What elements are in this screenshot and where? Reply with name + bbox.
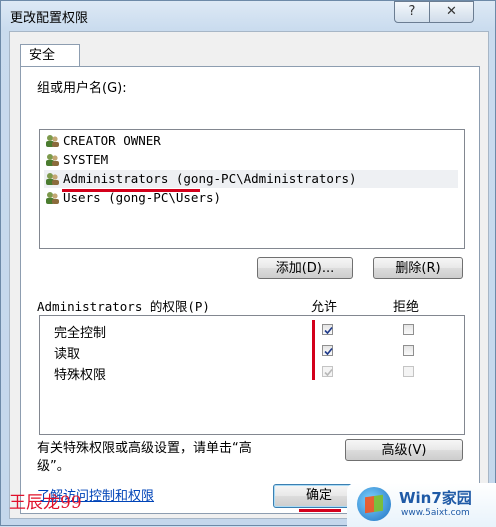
dialog-body: 安全 组或用户名(G): CREATOR OWNER SYSTEM Admini… (9, 31, 489, 519)
permissions-title: Administrators 的权限(P) (37, 299, 210, 314)
deny-header: 拒绝 (393, 300, 420, 315)
annotation-underline (62, 189, 200, 192)
allow-checkbox-disabled (322, 366, 333, 377)
help-icon: ? (408, 4, 416, 19)
allow-header: 允许 (311, 300, 338, 315)
help-button[interactable]: ? (394, 1, 430, 23)
dialog-window: 更改配置权限 ? ✕ 安全 组或用户名(G): CREATOR OWNER SY… (0, 0, 496, 527)
security-tab-page: 组或用户名(G): CREATOR OWNER SYSTEM Administr… (20, 66, 480, 514)
advanced-button[interactable]: 高级(V) (345, 439, 463, 461)
deny-checkbox[interactable] (403, 324, 414, 335)
list-item[interactable]: SYSTEM (44, 151, 108, 169)
windows-logo-icon (357, 487, 391, 521)
tab-security[interactable]: 安全 (20, 44, 80, 66)
permission-name: 完全控制 (54, 326, 107, 341)
permission-name: 读取 (54, 347, 81, 362)
window-title: 更改配置权限 (10, 11, 89, 26)
annotation-ok-underline (299, 509, 341, 512)
logo-url: www.5aixt.com (401, 508, 470, 518)
list-item-label: Administrators (gong-PC\Administrators) (63, 171, 357, 186)
remove-button[interactable]: 删除(R) (373, 257, 463, 279)
logo-title: Win7家园 (399, 489, 472, 507)
close-button[interactable]: ✕ (429, 1, 474, 23)
permission-name: 特殊权限 (54, 368, 107, 383)
annotation-vertical-line (312, 320, 315, 380)
deny-checkbox[interactable] (403, 345, 414, 356)
list-item-selected[interactable]: Administrators (gong-PC\Administrators) (44, 170, 458, 188)
users-list[interactable]: CREATOR OWNER SYSTEM Administrators (gon… (39, 129, 465, 249)
list-item-label: CREATOR OWNER (63, 133, 161, 148)
deny-checkbox-disabled (403, 366, 414, 377)
site-logo: Win7家园 www.5aixt.com (347, 483, 496, 527)
user-group-icon (44, 191, 60, 210)
special-note-line2: 级”。 (37, 459, 70, 474)
special-note-line1: 有关特殊权限或高级设置，请单击“高 (37, 441, 252, 456)
watermark-text: 王辰龙99 (9, 493, 82, 513)
list-item[interactable]: CREATOR OWNER (44, 132, 161, 150)
close-icon: ✕ (446, 4, 457, 19)
allow-checkbox[interactable] (322, 345, 333, 356)
list-item-label: Users (gong-PC\Users) (63, 190, 222, 205)
allow-checkbox[interactable] (322, 324, 333, 335)
add-button[interactable]: 添加(D)... (257, 257, 353, 279)
groups-label: 组或用户名(G): (37, 81, 127, 96)
list-item-label: SYSTEM (63, 152, 109, 167)
permissions-list: 完全控制 读取 特殊权限 (39, 315, 465, 435)
